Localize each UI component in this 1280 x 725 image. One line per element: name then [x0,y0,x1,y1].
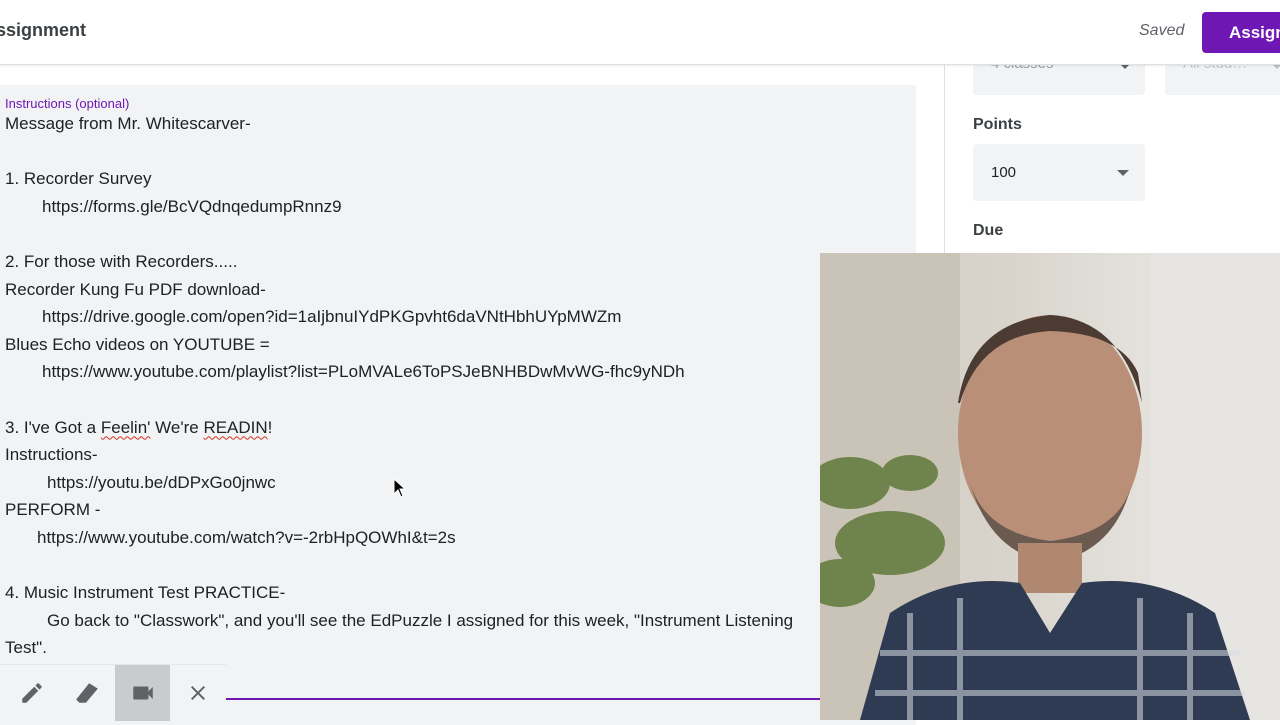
assign-button[interactable]: Assign [1202,12,1280,53]
page-title: ssignment [0,20,87,40]
mouse-cursor-icon [393,477,407,503]
field-focus-underline [226,698,820,700]
eraser-icon [75,683,98,703]
eraser-button[interactable] [59,665,114,721]
points-label: Points [973,116,1022,133]
instructions-line: 1. Recorder Survey [5,169,152,189]
app-header: ssignment Saved Assign [0,0,1280,65]
points-value: 100 [991,164,1017,181]
instructions-link: https://youtu.be/dDPxGo0jnwc [47,472,276,492]
instructions-link: https://drive.google.com/open?id=1aIjbnu… [42,307,622,327]
instructions-line: 4. Music Instrument Test PRACTICE- [5,583,286,603]
pencil-button[interactable] [4,665,59,721]
instructions-line: Blues Echo videos on YOUTUBE = [5,334,270,354]
misspelled-word: READIN [203,417,268,437]
instructions-text[interactable]: Message from Mr. Whitescarver- 1. Record… [5,110,905,662]
instructions-line: 3. I've Got a Feelin' We're READIN! [5,414,905,442]
pencil-icon [21,683,42,703]
instructions-line: 2. For those with Recorders..... [5,251,238,271]
instructions-link: https://forms.gle/BcVQdnqedumpRnnz9 [42,196,342,216]
instructions-line: Recorder Kung Fu PDF download- [5,279,266,299]
instructions-line [5,386,905,414]
camera-icon [132,686,153,700]
instructions-line: Instructions- [5,445,98,465]
drawing-toolbar [0,664,226,721]
close-icon [190,686,205,700]
instructions-line [5,138,905,166]
points-select[interactable]: 100 [973,144,1145,201]
due-label: Due [973,222,1004,239]
instructions-line [5,220,905,248]
instructions-line: Go back to "Classwork", and you'll see t… [47,610,794,630]
instructions-link: https://www.youtube.com/watch?v=-2rbHpQO… [37,527,456,547]
instructions-line: PERFORM - [5,500,101,520]
saved-status: Saved [1139,22,1185,39]
instructions-line [5,552,905,580]
line-text: ! [267,417,273,437]
webcam-video [820,253,1280,720]
instructions-line: Message from Mr. Whitescarver- [5,114,251,133]
instructions-line: Test". [5,638,47,658]
camera-button[interactable] [115,665,170,721]
close-button[interactable] [170,665,225,721]
misspelled-word: Feelin' [100,417,151,437]
line-text: 3. I've Got a [5,417,101,437]
instructions-link: https://www.youtube.com/playlist?list=PL… [42,362,685,382]
instructions-label: Instructions (optional) [5,96,130,111]
chevron-down-icon [1117,170,1129,176]
webcam-image [820,253,1280,720]
line-text: We're [150,417,204,437]
